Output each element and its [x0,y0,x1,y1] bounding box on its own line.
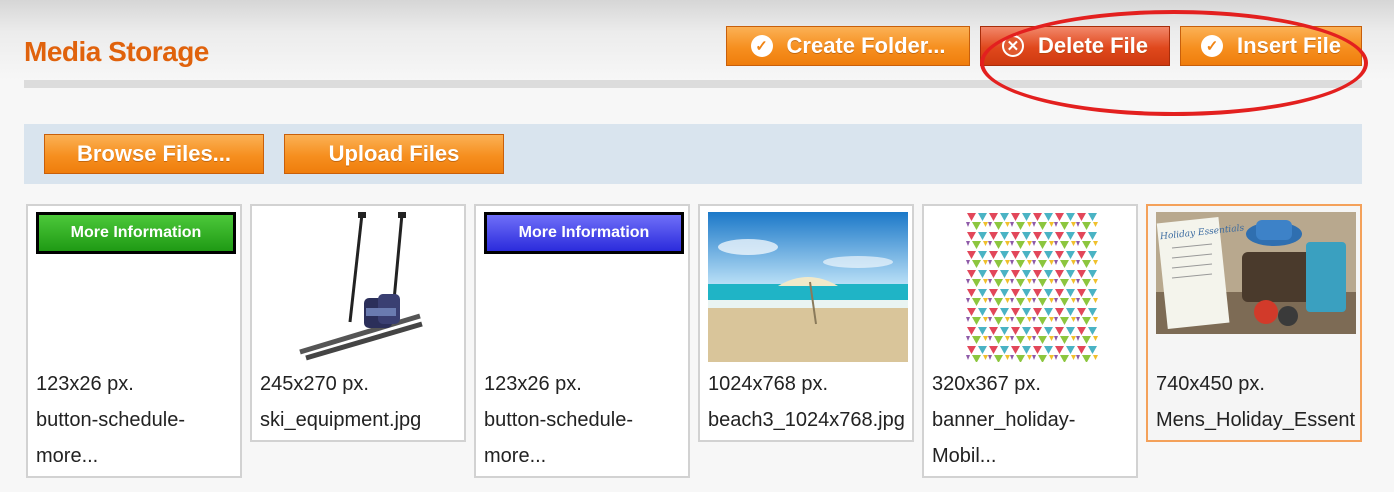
file-tile[interactable]: 1024x768 px. beach3_1024x768.jpg [698,204,914,442]
file-name-continued: more... [36,445,99,467]
create-folder-button[interactable]: ✓ Create Folder... [726,26,970,66]
file-caption: 320x367 px. banner_holiday- Mobil... [932,366,1132,474]
file-tile-selected[interactable]: Holiday Essentials 740x450 px. Mens_Holi… [1146,204,1362,442]
file-tile[interactable]: More Information 123x26 px. button-sched… [474,204,690,478]
insert-file-label: Insert File [1237,33,1341,58]
file-dimensions: 245x270 px. [260,373,369,395]
insert-file-button[interactable]: ✓ Insert File [1180,26,1362,66]
check-icon: ✓ [1201,35,1224,57]
file-tile[interactable]: 320x367 px. banner_holiday- Mobil... [922,204,1138,478]
file-name-continued: more... [484,445,547,467]
file-dimensions: 123x26 px. [484,373,582,395]
file-tile[interactable]: More Information 123x26 px. button-sched… [26,204,242,478]
file-name: banner_holiday- [932,409,1076,431]
create-folder-label: Create Folder... [786,33,946,58]
file-dimensions: 123x26 px. [36,373,134,395]
thumbnail-text: More Information [487,215,681,251]
file-caption: 123x26 px. button-schedule- more... [36,366,236,474]
thumbnail-holiday-image: Holiday Essentials [1156,212,1356,339]
file-caption: 123x26 px. button-schedule- more... [484,366,684,474]
file-name: Mens_Holiday_Essentials [1156,409,1356,431]
thumbnail-triangle-pattern [966,212,1098,367]
file-caption: 740x450 px. Mens_Holiday_Essentials [1156,366,1356,438]
file-name: button-schedule- [36,409,185,431]
file-dimensions: 740x450 px. [1156,373,1265,395]
thumbnail-green-button: More Information [36,212,236,254]
file-name: button-schedule- [484,409,633,431]
delete-file-button[interactable]: ✕ Delete File [980,26,1170,66]
file-dimensions: 1024x768 px. [708,373,829,395]
file-dimensions: 320x367 px. [932,373,1041,395]
cancel-icon: ✕ [1001,35,1024,57]
check-icon: ✓ [750,35,773,57]
file-name-continued: Mobil... [932,445,997,467]
file-caption: 1024x768 px. beach3_1024x768.jpg [708,366,908,438]
upload-files-button[interactable]: Upload Files [284,134,504,174]
file-name: ski_equipment.jpg [260,409,422,431]
browse-files-label: Browse Files... [76,141,232,166]
delete-file-label: Delete File [1037,33,1149,58]
header-divider [24,80,1362,88]
thumbnail-ski-image [292,212,428,367]
file-tile[interactable]: 245x270 px. ski_equipment.jpg [250,204,466,442]
thumbnail-blue-button: More Information [484,212,684,254]
file-name: beach3_1024x768.jpg [708,409,905,431]
thumbnail-beach-image [708,212,908,367]
thumbnail-text: More Information [39,215,233,251]
upload-files-label: Upload Files [328,141,460,166]
browse-files-button[interactable]: Browse Files... [44,134,264,174]
file-caption: 245x270 px. ski_equipment.jpg [260,366,460,438]
page-title: Media Storage [24,36,209,67]
